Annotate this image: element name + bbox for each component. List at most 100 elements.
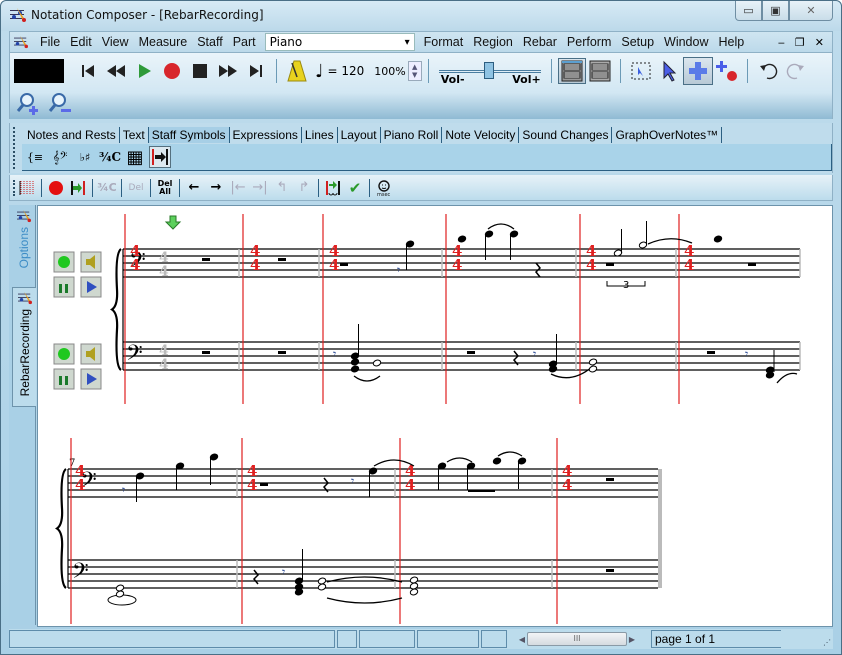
volume-thumb[interactable]	[483, 62, 494, 79]
score-canvas[interactable]: 𝄢 𝄢 4 4 4 4 4 4 4 4 4 4 4 4 4 4 4 4 𝄾 𝄾 𝄾 3 𝄾 7 𝄢 𝄢 4 4 4 4 4 4 4 4 𝄾 𝄾 𝄾	[37, 205, 833, 627]
volume-slider[interactable]: Vol- Vol+	[438, 56, 541, 86]
separator	[369, 178, 370, 197]
tab-graph-over-notes[interactable]: GraphOverNotes™	[612, 126, 723, 143]
redo-button[interactable]	[782, 58, 810, 84]
menu-perform[interactable]: Perform	[562, 35, 616, 49]
staff-brace-button[interactable]: {≡	[24, 146, 46, 168]
undo-button[interactable]	[754, 58, 782, 84]
accept-button[interactable]: ✔	[344, 177, 366, 199]
zoom-in-button[interactable]	[14, 91, 42, 117]
move-right-button[interactable]: →	[205, 177, 227, 199]
time-signature-denominator: 4	[329, 256, 339, 274]
tab-piano-roll[interactable]: Piano Roll	[381, 126, 443, 143]
jump-last-button[interactable]: →|	[249, 177, 271, 199]
voices-button[interactable]	[53, 276, 75, 298]
insert-marker-button[interactable]	[67, 177, 89, 199]
staff-brace	[110, 248, 122, 371]
move-left-button[interactable]: ←	[183, 177, 205, 199]
menu-file[interactable]: File	[35, 35, 65, 49]
tab-layout[interactable]: Layout	[338, 126, 381, 143]
delete-button[interactable]: Del	[125, 177, 147, 199]
menu-help[interactable]: Help	[714, 35, 750, 49]
tab-text[interactable]: Text	[120, 126, 149, 143]
rewind-icon	[107, 65, 125, 77]
tab-expressions[interactable]: Expressions	[230, 126, 302, 143]
maximize-button[interactable]: ▣	[762, 1, 789, 21]
menu-staff[interactable]: Staff	[192, 35, 227, 49]
menu-view[interactable]: View	[97, 35, 134, 49]
measure-grid-button[interactable]: ▦	[124, 146, 146, 168]
menu-part[interactable]: Part	[228, 35, 261, 49]
part-select[interactable]: Piano ▾	[264, 33, 415, 51]
mdi-minimize-button[interactable]: ‒	[778, 36, 785, 49]
play-button[interactable]	[130, 58, 158, 84]
horizontal-scrollbar[interactable]: ◀ III ▶	[517, 630, 645, 648]
clef-button[interactable]: 𝄞𝄢	[49, 146, 71, 168]
half-note	[115, 590, 125, 598]
toolbar-grip[interactable]	[13, 180, 16, 196]
whole-rest	[606, 569, 614, 572]
menu-region[interactable]: Region	[468, 35, 518, 49]
tempo-display[interactable]: ♩ = 120	[315, 61, 364, 82]
volume-max-label: Vol+	[512, 73, 541, 86]
playback-speed-spinner[interactable]: ▲ ▼	[407, 61, 422, 81]
menu-edit[interactable]: Edit	[65, 35, 97, 49]
jump-first-button[interactable]: |←	[227, 177, 249, 199]
record-rebar-button[interactable]	[45, 177, 67, 199]
tab-sound-changes[interactable]: Sound Changes	[519, 126, 613, 143]
add-note-record-button[interactable]	[713, 58, 741, 84]
page-view-button[interactable]	[557, 58, 586, 84]
scroll-thumb[interactable]: III	[527, 632, 627, 646]
menu-measure[interactable]: Measure	[134, 35, 193, 49]
timing-msec-button[interactable]: msec	[373, 177, 395, 199]
tab-notes-and-rests[interactable]: Notes and Rests	[24, 126, 120, 143]
add-note-button[interactable]	[682, 57, 713, 85]
step-up-right-button[interactable]: ↱	[293, 177, 315, 199]
select-arrow-button[interactable]	[655, 58, 683, 84]
beam	[468, 490, 495, 492]
mdi-close-button[interactable]: ✕	[815, 36, 824, 49]
tab-note-velocity[interactable]: Note Velocity	[442, 126, 520, 143]
zoom-out-button[interactable]	[46, 91, 74, 117]
menu-setup[interactable]: Setup	[616, 35, 659, 49]
fast-forward-button[interactable]	[214, 58, 242, 84]
rebar-grid-button[interactable]	[16, 177, 38, 199]
side-tab-options[interactable]: Options	[12, 209, 36, 289]
tempo-value: = 120	[327, 64, 365, 78]
tab-lines[interactable]: Lines	[302, 126, 338, 143]
tab-staff-symbols[interactable]: Staff Symbols	[148, 126, 230, 143]
scroll-view-button[interactable]	[586, 58, 614, 84]
metronome-button[interactable]	[283, 58, 311, 84]
go-to-start-button[interactable]	[74, 58, 102, 84]
menu-rebar[interactable]: Rebar	[518, 35, 562, 49]
slur	[497, 451, 523, 457]
key-signature-button[interactable]: ♭♯	[74, 146, 96, 168]
stop-button[interactable]	[186, 58, 214, 84]
record-button[interactable]	[158, 58, 186, 84]
menu-window[interactable]: Window	[659, 35, 713, 49]
svg-text:msec: msec	[377, 192, 391, 197]
scroll-left-icon[interactable]: ◀	[517, 635, 527, 644]
voices-button[interactable]	[53, 368, 75, 390]
mdi-restore-button[interactable]: ❐	[795, 36, 805, 49]
menu-format[interactable]: Format	[419, 35, 469, 49]
delete-label: Del	[128, 182, 144, 193]
time-signature-button[interactable]: ¾C	[96, 177, 118, 199]
close-button[interactable]: ✕	[789, 1, 833, 21]
side-tab-rebar-recording[interactable]: RebarRecording	[12, 287, 36, 407]
note-head	[350, 358, 360, 366]
time-signature-button[interactable]: ¾C	[99, 146, 121, 168]
minimize-button[interactable]: ▭	[735, 1, 762, 21]
step-up-left-button[interactable]: ↰	[271, 177, 293, 199]
resize-grip-icon[interactable]: ⋰	[823, 638, 831, 647]
minimize-icon: ▭	[743, 4, 754, 17]
apply-rebar-button[interactable]	[322, 177, 344, 199]
go-to-end-button[interactable]	[242, 58, 270, 84]
document-icon[interactable]	[13, 35, 29, 49]
rewind-button[interactable]	[102, 58, 130, 84]
delete-all-button[interactable]: Del All	[154, 177, 176, 199]
toolbar-grip[interactable]	[13, 127, 16, 169]
rebar-marker-button[interactable]	[149, 146, 171, 168]
scroll-right-icon[interactable]: ▶	[627, 635, 637, 644]
region-select-button[interactable]	[627, 58, 655, 84]
